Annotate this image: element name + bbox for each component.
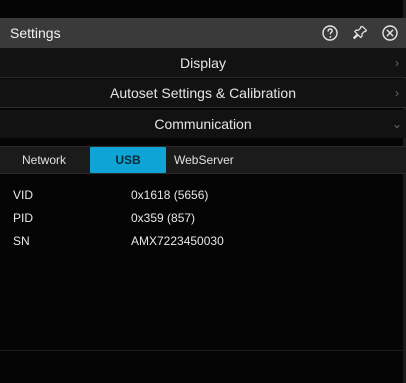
chevron-right-icon: › — [395, 56, 399, 70]
usb-info-value: AMX7223450030 — [131, 234, 224, 248]
tab-webserver[interactable]: WebServer — [170, 147, 256, 173]
help-icon-svg — [322, 25, 338, 41]
section-display[interactable]: Display › — [0, 49, 406, 78]
tab-usb[interactable]: USB — [90, 147, 166, 173]
settings-header: Settings — [0, 18, 406, 49]
bottom-divider — [0, 350, 406, 351]
usb-info-key: VID — [13, 188, 34, 202]
window-title: Settings — [10, 25, 61, 41]
section-autoset-calibration[interactable]: Autoset Settings & Calibration › — [0, 79, 406, 108]
section-autoset-calibration-label: Autoset Settings & Calibration — [110, 85, 296, 101]
section-communication[interactable]: Communication ⌄ — [0, 110, 406, 138]
header-icons — [320, 23, 400, 43]
section-display-label: Display — [180, 55, 226, 71]
settings-panel: Settings Display › Autoset Settings & Ca… — [0, 0, 406, 383]
section-communication-label: Communication — [154, 116, 252, 132]
chevron-down-icon: ⌄ — [391, 117, 403, 131]
usb-info-row: SN AMX7223450030 — [0, 231, 406, 253]
usb-info-value: 0x359 (857) — [131, 211, 196, 225]
close-icon-svg — [382, 25, 398, 41]
usb-info-value: 0x1618 (5656) — [131, 188, 209, 202]
help-icon[interactable] — [320, 23, 340, 43]
tab-network[interactable]: Network — [2, 147, 86, 173]
pin-icon-svg — [353, 25, 368, 40]
pin-icon[interactable] — [350, 23, 370, 43]
close-icon[interactable] — [380, 23, 400, 43]
usb-info-row: PID 0x359 (857) — [0, 208, 406, 230]
chevron-right-icon: › — [395, 86, 399, 100]
communication-tabs: Network USB WebServer — [0, 146, 406, 174]
usb-info-row: VID 0x1618 (5656) — [0, 185, 406, 207]
usb-info-key: PID — [13, 211, 34, 225]
usb-info-key: SN — [13, 234, 30, 248]
